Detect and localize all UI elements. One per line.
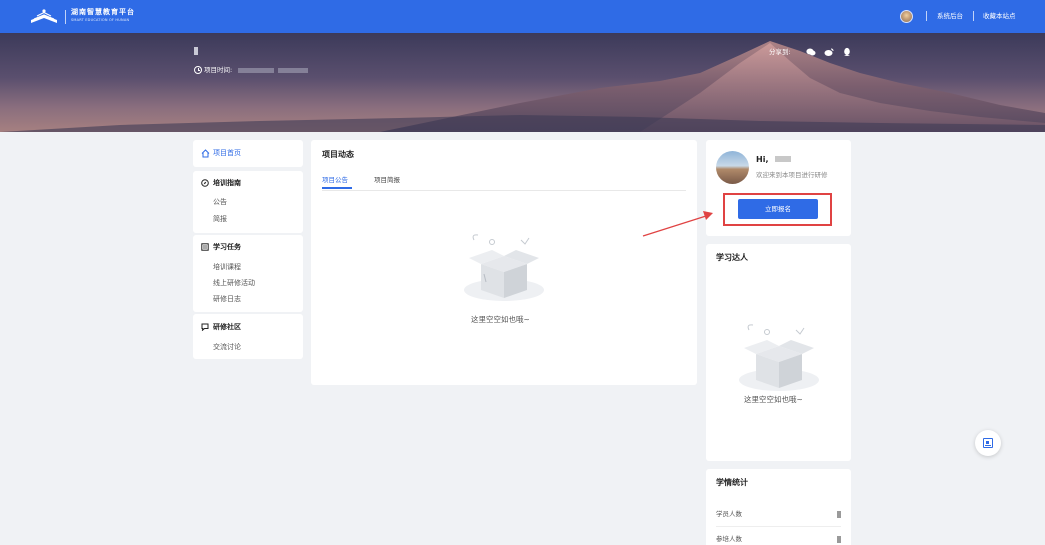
- guide-icon: [201, 179, 209, 187]
- sidebar-item-brief[interactable]: 简报: [213, 214, 227, 224]
- active-tab-indicator: [322, 187, 352, 189]
- empty-box-icon: [464, 234, 544, 301]
- sidebar-section-guide: 培训指南 公告 简报: [193, 171, 303, 233]
- sidebar-item-courses[interactable]: 培训课程: [213, 262, 241, 272]
- user-welcome-card: Hi, 欢迎来到本项目进行研修 立即报名: [706, 140, 851, 236]
- stat-label-students: 学员人数: [716, 510, 742, 518]
- clock-icon: [194, 66, 202, 74]
- sidebar-section-community: 研修社区 交流讨论: [193, 314, 303, 359]
- mountain-background: [0, 41, 1045, 132]
- platform-name-cn: 湖南智慧教育平台: [71, 8, 135, 16]
- project-time-label: 项目时间:: [204, 66, 233, 74]
- signup-now-button[interactable]: 立即报名: [738, 199, 818, 219]
- open-book-logo-icon[interactable]: [30, 9, 58, 25]
- sidebar-section-tasks: 学习任务 培训课程 线上研修活动 研修日志: [193, 235, 303, 312]
- sidebar-item-announcement[interactable]: 公告: [213, 197, 227, 207]
- learning-stats-panel: 学情统计 学员人数 参培人数: [706, 469, 851, 545]
- tab-project-announcements[interactable]: 项目公告: [322, 175, 348, 185]
- sidebar-section-tasks-title: 学习任务: [213, 243, 241, 251]
- qrcode-icon: [983, 438, 993, 448]
- stat-value-participants: [837, 536, 841, 543]
- stat-value-students: [837, 511, 841, 518]
- platform-name-en: SMART EDUCATION OF HUNAN: [71, 18, 130, 22]
- wechat-icon[interactable]: [806, 47, 816, 57]
- learning-stars-panel: 学习达人 这里空空如也哦~: [706, 244, 851, 461]
- sidebar-item-online-activities[interactable]: 线上研修活动: [213, 278, 255, 288]
- learning-stars-title: 学习达人: [716, 253, 748, 262]
- share-label: 分享到:: [769, 48, 791, 56]
- tab-project-briefs[interactable]: 项目简报: [374, 175, 400, 185]
- home-icon: [201, 149, 210, 158]
- project-news-title: 项目动态: [322, 150, 354, 159]
- sidebar-item-home[interactable]: 项目首页: [193, 140, 303, 167]
- project-banner: 项目时间: 分享到:: [0, 33, 1045, 132]
- community-icon: [201, 323, 209, 331]
- sidebar-item-discussion[interactable]: 交流讨论: [213, 342, 241, 352]
- sidebar-section-guide-title: 培训指南: [213, 179, 241, 187]
- learning-stats-title: 学情统计: [716, 478, 748, 487]
- task-icon: [201, 243, 209, 251]
- user-avatar[interactable]: [900, 10, 913, 23]
- sidebar-section-community-title: 研修社区: [213, 323, 241, 331]
- user-avatar-large: [716, 151, 749, 184]
- project-start-date: [238, 68, 274, 73]
- bookmark-site-link[interactable]: 收藏本站点: [983, 11, 1016, 21]
- header-divider: [973, 11, 974, 21]
- logo-divider: [65, 10, 66, 24]
- empty-box-icon: [739, 324, 819, 391]
- stat-label-participants: 参培人数: [716, 535, 742, 543]
- empty-state-text: 这里空空如也哦~: [471, 315, 530, 324]
- sidebar-item-home-label: 项目首页: [213, 149, 241, 157]
- project-news-panel: 项目动态 项目公告 项目简报 这里空空如也哦~: [311, 140, 697, 385]
- project-title: [194, 47, 198, 55]
- weibo-icon[interactable]: [824, 47, 834, 57]
- floating-qrcode-button[interactable]: [975, 430, 1001, 456]
- user-name: [775, 156, 791, 162]
- stat-divider: [716, 526, 841, 527]
- welcome-message: 欢迎来到本项目进行研修: [756, 171, 828, 179]
- project-end-date: [278, 68, 308, 73]
- qq-icon[interactable]: [842, 47, 852, 57]
- tab-divider: [322, 190, 686, 191]
- user-greeting: Hi,: [756, 155, 769, 164]
- platform-logo-text[interactable]: 湖南智慧教育平台 SMART EDUCATION OF HUNAN: [71, 8, 135, 23]
- empty-state-text: 这里空空如也哦~: [744, 395, 803, 404]
- header-divider: [926, 11, 927, 21]
- sidebar-item-study-log[interactable]: 研修日志: [213, 294, 241, 304]
- admin-backend-link[interactable]: 系统后台: [937, 11, 963, 21]
- top-navigation-bar: 湖南智慧教育平台 SMART EDUCATION OF HUNAN 系统后台 收…: [0, 0, 1045, 33]
